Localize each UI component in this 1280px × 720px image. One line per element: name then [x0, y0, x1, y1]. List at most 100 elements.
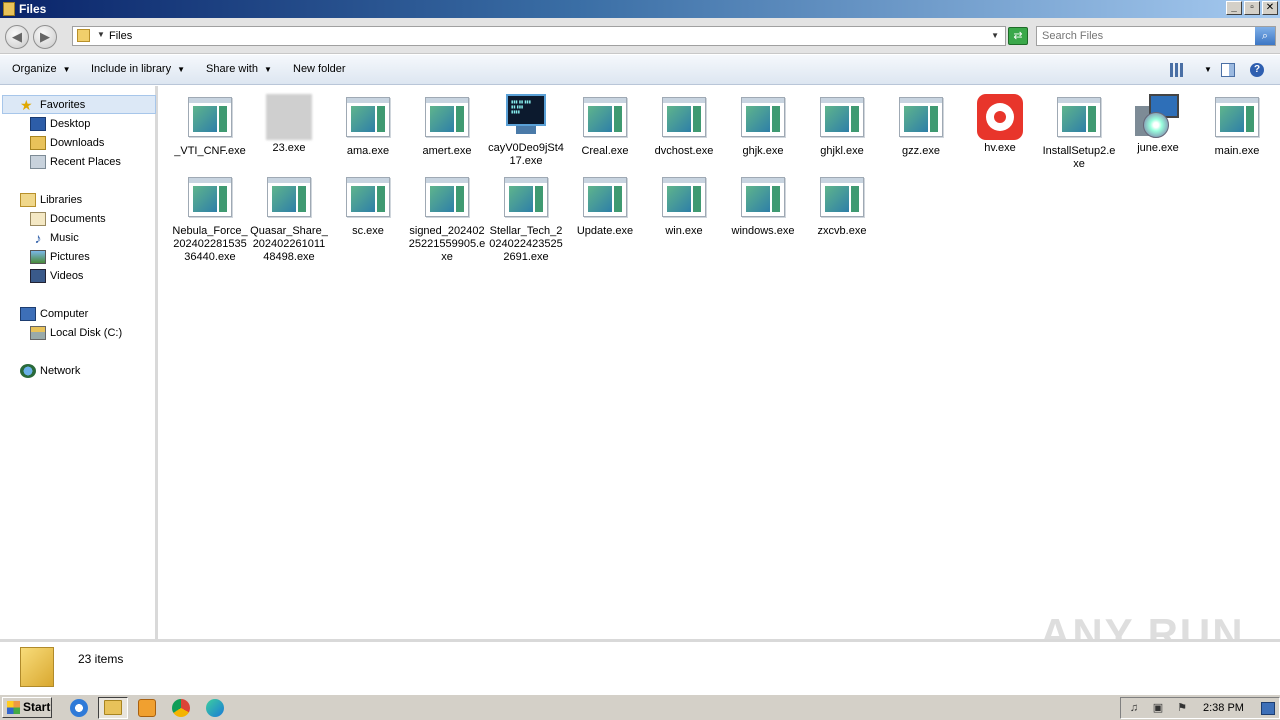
restore-button[interactable]: ▫ [1244, 1, 1260, 15]
file-item[interactable]: ghjk.exe [724, 94, 802, 158]
file-name: gzz.exe [902, 145, 940, 157]
recent-places-icon [30, 155, 46, 169]
volume-icon[interactable]: ♫ [1127, 702, 1141, 715]
file-name: Creal.exe [581, 145, 629, 157]
file-item[interactable]: Update.exe [566, 174, 644, 238]
file-name: ama.exe [346, 145, 390, 157]
nav-item-pictures[interactable]: Pictures [30, 248, 90, 266]
file-name: cayV0Deo9jSt417.exe [488, 142, 564, 167]
nav-item-downloads[interactable]: Downloads [30, 134, 104, 152]
nav-item-libraries[interactable]: Libraries [20, 191, 82, 209]
file-item[interactable]: Nebula_Force_20240228153536440.exe [171, 174, 249, 264]
breadcrumb-chevron-icon[interactable]: ▼ [97, 30, 105, 39]
minimize-button[interactable]: _ [1226, 1, 1242, 15]
file-name: 23.exe [272, 142, 306, 154]
preview-pane-icon[interactable] [1221, 63, 1235, 77]
start-button[interactable]: Start [2, 697, 52, 718]
file-item[interactable]: ghjkl.exe [803, 94, 881, 158]
exe-file-icon [1215, 97, 1259, 137]
file-item[interactable]: InstallSetup2.exe [1040, 94, 1118, 171]
back-button[interactable]: ◀ [5, 25, 29, 49]
file-item[interactable]: windows.exe [724, 174, 802, 238]
refresh-button[interactable]: ⇄ [1008, 27, 1028, 45]
nav-item-videos[interactable]: Videos [30, 267, 83, 285]
nav-item-desktop[interactable]: Desktop [30, 115, 90, 133]
file-item[interactable]: gzz.exe [882, 94, 960, 158]
exe-file-icon [504, 177, 548, 217]
downloads-folder-icon [30, 136, 46, 150]
file-name: zxcvb.exe [817, 225, 867, 237]
file-name: win.exe [665, 225, 703, 237]
taskbar: Start ♫ ▣ ⚑ 2:38 PM [0, 694, 1280, 720]
file-item[interactable]: hv.exe [961, 94, 1039, 155]
file-item[interactable]: zxcvb.exe [803, 174, 881, 238]
file-name: Nebula_Force_20240228153536440.exe [172, 225, 248, 263]
action-center-flag-icon[interactable]: ⚑ [1175, 702, 1189, 715]
file-item[interactable]: Stellar_Tech_20240224235252691.exe [487, 174, 565, 264]
chevron-down-icon[interactable]: ▼ [991, 31, 999, 40]
nav-item-documents[interactable]: Documents [30, 210, 106, 228]
file-item[interactable]: dvchost.exe [645, 94, 723, 158]
nav-item-label: Recent Places [50, 156, 121, 168]
exe-file-icon [425, 177, 469, 217]
exe-file-icon [662, 97, 706, 137]
file-name: windows.exe [731, 225, 795, 237]
chrome-icon[interactable] [172, 699, 190, 717]
exe-file-icon [1057, 97, 1101, 137]
search-icon[interactable]: ⌕ [1255, 27, 1275, 45]
folder-icon [77, 29, 90, 42]
file-name: signed_20240225221559905.exe [408, 225, 486, 263]
media-player-icon[interactable] [138, 699, 156, 717]
file-item[interactable]: Quasar_Share_20240226101148498.exe [250, 174, 328, 264]
clock[interactable]: 2:38 PM [1203, 702, 1244, 714]
share-with-button[interactable]: Share with ▼ [206, 63, 272, 75]
file-item[interactable]: sc.exe [329, 174, 407, 238]
hv-app-icon [977, 94, 1023, 140]
documents-icon [30, 212, 46, 226]
star-icon: ★ [20, 97, 33, 113]
close-button[interactable]: ✕ [1262, 1, 1278, 15]
nav-item-label: Downloads [50, 137, 105, 149]
nav-item-music[interactable]: ♪ Music [30, 229, 79, 247]
file-item[interactable]: signed_20240225221559905.exe [408, 174, 486, 264]
file-item[interactable]: Creal.exe [566, 94, 644, 158]
view-options-icon[interactable] [1170, 63, 1184, 77]
new-folder-button[interactable]: New folder [293, 63, 346, 75]
file-item[interactable]: ama.exe [329, 94, 407, 158]
include-in-library-button[interactable]: Include in library ▼ [91, 63, 185, 75]
organize-label: Organize [12, 63, 57, 75]
navigation-pane: ★ Favorites Desktop Downloads Recent Pla… [0, 86, 158, 639]
internet-explorer-icon[interactable] [70, 699, 88, 717]
file-item[interactable]: win.exe [645, 174, 723, 238]
view-chevron-down-icon[interactable]: ▼ [1198, 63, 1212, 75]
file-item[interactable]: _VTI_CNF.exe [171, 94, 249, 158]
details-pane: 23 items [0, 639, 1280, 692]
address-bar[interactable]: ▼ Files ▼ [72, 26, 1006, 46]
organize-button[interactable]: Organize ▼ [12, 63, 71, 75]
nav-item-network[interactable]: Network [20, 362, 80, 380]
forward-button[interactable]: ▶ [33, 25, 57, 49]
exe-file-icon [899, 97, 943, 137]
nav-item-computer[interactable]: Computer [20, 305, 88, 323]
show-desktop-icon[interactable] [1261, 702, 1275, 715]
file-item[interactable]: amert.exe [408, 94, 486, 158]
nav-item-local-disk[interactable]: Local Disk (C:) [30, 324, 122, 342]
breadcrumb[interactable]: Files [109, 30, 132, 42]
desktop-icon [30, 117, 46, 131]
explorer-folder-icon[interactable] [104, 700, 122, 715]
edge-icon[interactable] [206, 699, 224, 717]
network-status-icon[interactable]: ▣ [1151, 702, 1165, 715]
exe-file-icon [346, 177, 390, 217]
nav-item-favorites[interactable]: ★ Favorites [20, 96, 85, 114]
exe-file-icon [741, 97, 785, 137]
nav-item-recent-places[interactable]: Recent Places [30, 153, 121, 171]
search-input[interactable] [1037, 27, 1255, 45]
search-box[interactable]: ⌕ [1036, 26, 1276, 46]
file-item[interactable]: ▮▮▮ ▮▮ ▮▮▮ ▮▮ ▮▮▮ ▮▮▮▮ cayV0Deo9jSt417.exe [487, 94, 565, 168]
file-item[interactable]: 23.exe [250, 94, 328, 155]
help-icon[interactable]: ? [1250, 63, 1264, 77]
videos-icon [30, 269, 46, 283]
file-item[interactable]: main.exe [1198, 94, 1276, 158]
file-item[interactable]: june.exe [1119, 94, 1197, 155]
nav-item-label: Videos [50, 270, 84, 282]
